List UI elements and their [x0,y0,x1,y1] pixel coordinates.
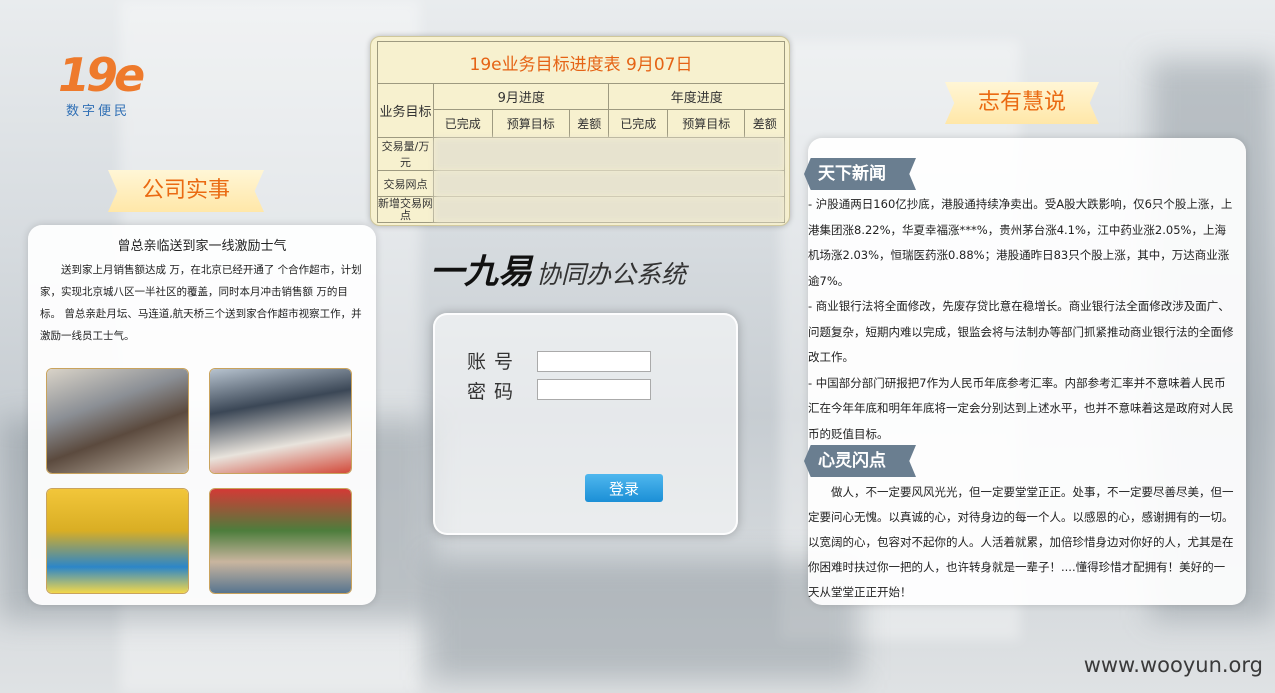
login-panel: 账号 密码 登录 [433,313,738,535]
right-panel-title: 志有慧说 [945,82,1099,124]
password-label: 密码 [467,381,522,403]
progress-month-header: 9月进度 [432,83,610,110]
redacted-cell [433,137,785,171]
progress-subheader: 预算目标 [666,109,746,138]
progress-table: 19e业务目标进度表 9月07日 业务目标 9月进度 年度进度 已完成 预算目标… [377,41,785,223]
logo-mark: 19e [58,48,145,102]
heart-section-tag: 心灵闪点 [804,445,916,477]
logo-subtitle: 数字便民 [66,104,131,119]
progress-subheader: 已完成 [608,109,668,138]
company-news-headline: 曾总亲临送到家一线激励士气 [117,239,287,254]
heart-text: 做人，不一定要风风光光，但一定要堂堂正正。处事，不一定要尽善尽美，但一定要问心无… [808,485,1234,599]
company-photo [46,488,189,594]
logo: 19e 数字便民 [58,50,148,130]
company-photo [46,368,189,474]
news-item: - 中国部分部门研报把7作为人民币年底参考汇率。内部参考汇率并不意味着人民币汇在… [808,375,1234,441]
news-list: - 沪股通两日160亿抄底，港股通持续净卖出。受A股大跌影响，仅6只个股上涨，上… [808,192,1234,447]
news-section-tag: 天下新闻 [804,158,916,190]
progress-subheader: 预算目标 [491,109,570,138]
progress-subheader: 差额 [568,109,610,138]
progress-row-label: 交易网点 [377,170,434,197]
company-news-panel: 曾总亲临送到家一线激励士气 送到家上月销售额达成 万，在北京已经开通了 个合作超… [28,225,376,605]
progress-row-label: 新增交易网点 [377,196,434,223]
company-news-body: 送到家上月销售额达成 万，在北京已经开通了 个合作超市，计划 家，实现北京城八区… [40,264,362,342]
redacted-cell [433,196,785,223]
news-item: - 沪股通两日160亿抄底，港股通持续净卖出。受A股大跌影响，仅6只个股上涨，上… [808,197,1233,288]
system-title-big: 一九易 [430,252,532,292]
login-button[interactable]: 登录 [585,474,663,502]
news-item: - 商业银行法将全面修改，先废存贷比意在稳增长。商业银行法全面修改涉及面广、问题… [808,299,1234,364]
progress-subheader: 差额 [744,109,785,138]
progress-table-panel: 19e业务目标进度表 9月07日 业务目标 9月进度 年度进度 已完成 预算目标… [370,36,790,226]
redacted-cell [433,170,785,197]
company-photo [209,368,352,474]
progress-year-header: 年度进度 [608,83,785,110]
system-title: 一九易 协同办公系统 [430,244,750,292]
progress-subheader: 已完成 [433,109,493,138]
progress-title: 19e业务目标进度表 9月07日 [377,41,785,84]
company-photo [209,488,352,594]
info-panel: 天下新闻 - 沪股通两日160亿抄底，港股通持续净卖出。受A股大跌影响，仅6只个… [804,138,1246,605]
account-label: 账号 [467,351,522,373]
progress-target-header: 业务目标 [377,83,434,138]
password-input[interactable] [537,379,651,400]
system-title-small: 协同办公系统 [536,260,687,289]
watermark: www.wooyun.org [1083,653,1263,677]
company-news-title: 公司实事 [108,170,264,212]
progress-row-label: 交易量/万元 [377,137,434,171]
account-input[interactable] [537,351,651,372]
